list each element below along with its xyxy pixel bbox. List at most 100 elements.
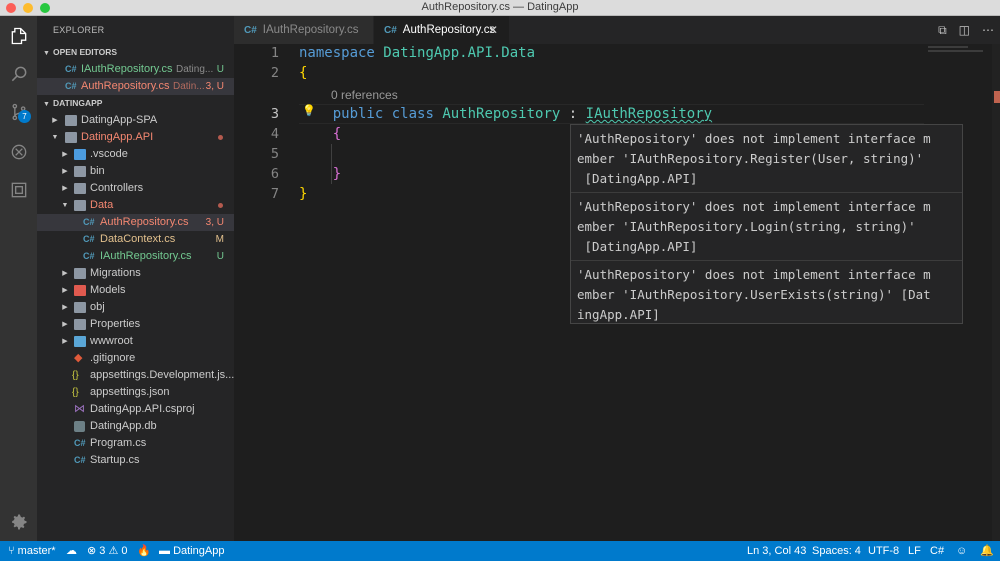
tree-item-folder[interactable]: ▶ bin [37, 163, 234, 180]
tree-item-folder[interactable]: ▶ DatingApp-SPA [37, 112, 234, 129]
tree-item-file[interactable]: C# AuthRepository.cs 3, U [37, 214, 234, 231]
error-message: 'AuthRepository' does not implement inte… [571, 193, 962, 261]
status-bar: ⑂ master* ☁ ⊗ 3 ⚠ 0 🔥 ▬ DatingApp Ln 3, … [0, 541, 1000, 561]
folder-icon [74, 166, 86, 177]
tree-item-folder[interactable]: ▼ DatingApp.API [37, 129, 234, 146]
files-icon[interactable] [0, 18, 37, 54]
tab-iauthrepository[interactable]: C# IAuthRepository.cs [234, 16, 374, 44]
explorer-header: EXPLORER [53, 25, 105, 35]
project-section[interactable]: ▼ DATINGAPP [37, 95, 234, 112]
close-icon[interactable]: ✕ [488, 16, 498, 44]
error-scroll-marker [994, 91, 1000, 103]
tree-item-folder[interactable]: ▶ Migrations [37, 265, 234, 282]
cursor-position[interactable]: Ln 3, Col 43 [747, 541, 806, 561]
tree-item-file[interactable]: C# IAuthRepository.cs U [37, 248, 234, 265]
tree-item-file[interactable]: C# Startup.cs [37, 452, 234, 469]
csharp-file-icon: C# [83, 234, 95, 244]
tree-item-folder[interactable]: ▶ Properties [37, 316, 234, 333]
chevron-down-icon: ▼ [61, 202, 69, 209]
editor-actions: ⧉ ◫ ⋯ [938, 16, 994, 44]
code-editor[interactable]: 1 2 3 4 5 6 7 💡 namespace DatingApp.API.… [234, 44, 1000, 541]
error-icon: ⊗ [87, 545, 97, 557]
sync-icon[interactable]: ☁ [66, 541, 77, 561]
project-indicator[interactable]: ▬ DatingApp [159, 541, 224, 561]
window-title: AuthRepository.cs — DatingApp [421, 1, 579, 13]
tree-item-folder[interactable]: ▶ wwwroot [37, 333, 234, 350]
source-control-icon[interactable]: 7 [0, 94, 37, 130]
folder-icon [65, 132, 77, 143]
indentation[interactable]: Spaces: 4 [812, 541, 861, 561]
error-dot-icon [218, 135, 223, 140]
chevron-right-icon: ▶ [62, 338, 68, 345]
bell-icon[interactable]: 🔔 [980, 541, 994, 561]
language-mode[interactable]: C# [930, 541, 944, 561]
tree-item-folder[interactable]: ▶ obj [37, 299, 234, 316]
tree-item-file[interactable]: ◆ .gitignore [37, 350, 234, 367]
code-line-1: namespace DatingApp.API.Data [299, 45, 536, 61]
git-branch-icon: ⑂ [8, 545, 15, 557]
tree-item-file[interactable]: C# DataContext.cs M [37, 231, 234, 248]
csproj-file-icon: ⋈ [74, 403, 85, 415]
line-number: 4 [270, 126, 279, 142]
tree-item-file[interactable]: {} appsettings.Development.js... [37, 367, 234, 384]
models-folder-icon [74, 285, 86, 296]
csharp-file-icon: C# [384, 25, 397, 36]
tree-item-folder[interactable]: ▶ Models [37, 282, 234, 299]
tree-item-folder[interactable]: ▼ Data [37, 197, 234, 214]
activity-bar: 7 [0, 16, 37, 541]
csharp-file-icon: C# [65, 64, 77, 74]
folder-icon: ▬ [159, 545, 170, 557]
open-changes-icon[interactable]: ⧉ [938, 23, 947, 38]
error-message: 'AuthRepository' does not implement inte… [577, 267, 931, 322]
encoding[interactable]: UTF-8 [868, 541, 899, 561]
warning-icon: ⚠ [108, 545, 119, 557]
problems-indicator[interactable]: ⊗ 3 ⚠ 0 [87, 541, 128, 561]
tree-item-file[interactable]: ⋈ DatingApp.API.csproj [37, 401, 234, 418]
open-editor-item[interactable]: C# IAuthRepository.cs Dating... U [37, 61, 234, 78]
error-squiggle: IAuthRepository [585, 106, 713, 122]
extensions-icon[interactable] [0, 172, 37, 208]
csharp-file-icon: C# [74, 455, 86, 465]
open-editor-item[interactable]: C# AuthRepository.cs Datin... 3, U [37, 78, 234, 95]
folder-icon [74, 319, 86, 330]
chevron-down-icon: ▼ [51, 134, 59, 141]
line-ending[interactable]: LF [908, 541, 921, 561]
chevron-right-icon: ▶ [62, 168, 68, 175]
code-line-7: } [299, 186, 308, 202]
search-icon[interactable] [0, 56, 37, 92]
folder-icon [74, 268, 86, 279]
editor-tab-bar: C# IAuthRepository.cs C# AuthRepository.cs… [234, 16, 1000, 44]
csharp-file-icon: C# [65, 81, 77, 91]
title-bar: AuthRepository.cs — DatingApp [0, 0, 1000, 16]
code-line-6: } [332, 166, 342, 182]
feedback-icon[interactable]: ☺ [956, 541, 967, 561]
csharp-file-icon: C# [83, 251, 95, 261]
tree-item-file[interactable]: C# Program.cs [37, 435, 234, 452]
open-editors-section[interactable]: ▼ OPEN EDITORS [37, 44, 234, 61]
tab-authrepository[interactable]: C# AuthRepository.cs ✕ [374, 16, 509, 44]
more-actions-icon[interactable]: ⋯ [982, 23, 994, 37]
debug-icon[interactable] [0, 134, 37, 170]
tree-item-file[interactable]: {} appsettings.json [37, 384, 234, 401]
omnisharp-icon[interactable]: 🔥 [137, 541, 151, 561]
tree-item-file[interactable]: DatingApp.db [37, 418, 234, 435]
wwwroot-folder-icon [74, 336, 86, 347]
json-file-icon: {} [72, 370, 79, 381]
error-message: 'AuthRepository' does not implement inte… [571, 125, 962, 193]
codelens-references[interactable]: 0 references [331, 88, 398, 102]
minimap[interactable] [928, 44, 988, 58]
chevron-down-icon: ▼ [43, 50, 50, 57]
branch-indicator[interactable]: ⑂ master* [8, 541, 56, 561]
gear-icon[interactable] [0, 504, 37, 540]
tree-item-folder[interactable]: ▶ .vscode [37, 146, 234, 163]
chevron-right-icon: ▶ [62, 287, 68, 294]
tree-item-folder[interactable]: ▶ Controllers [37, 180, 234, 197]
vertical-scrollbar[interactable] [992, 44, 1000, 541]
csharp-file-icon: C# [83, 217, 95, 227]
folder-icon [74, 183, 86, 194]
line-number: 3 [270, 106, 279, 122]
csharp-file-icon: C# [244, 25, 257, 36]
chevron-down-icon: ▼ [43, 101, 50, 108]
split-editor-icon[interactable]: ◫ [959, 23, 970, 37]
chevron-right-icon: ▶ [52, 117, 58, 124]
